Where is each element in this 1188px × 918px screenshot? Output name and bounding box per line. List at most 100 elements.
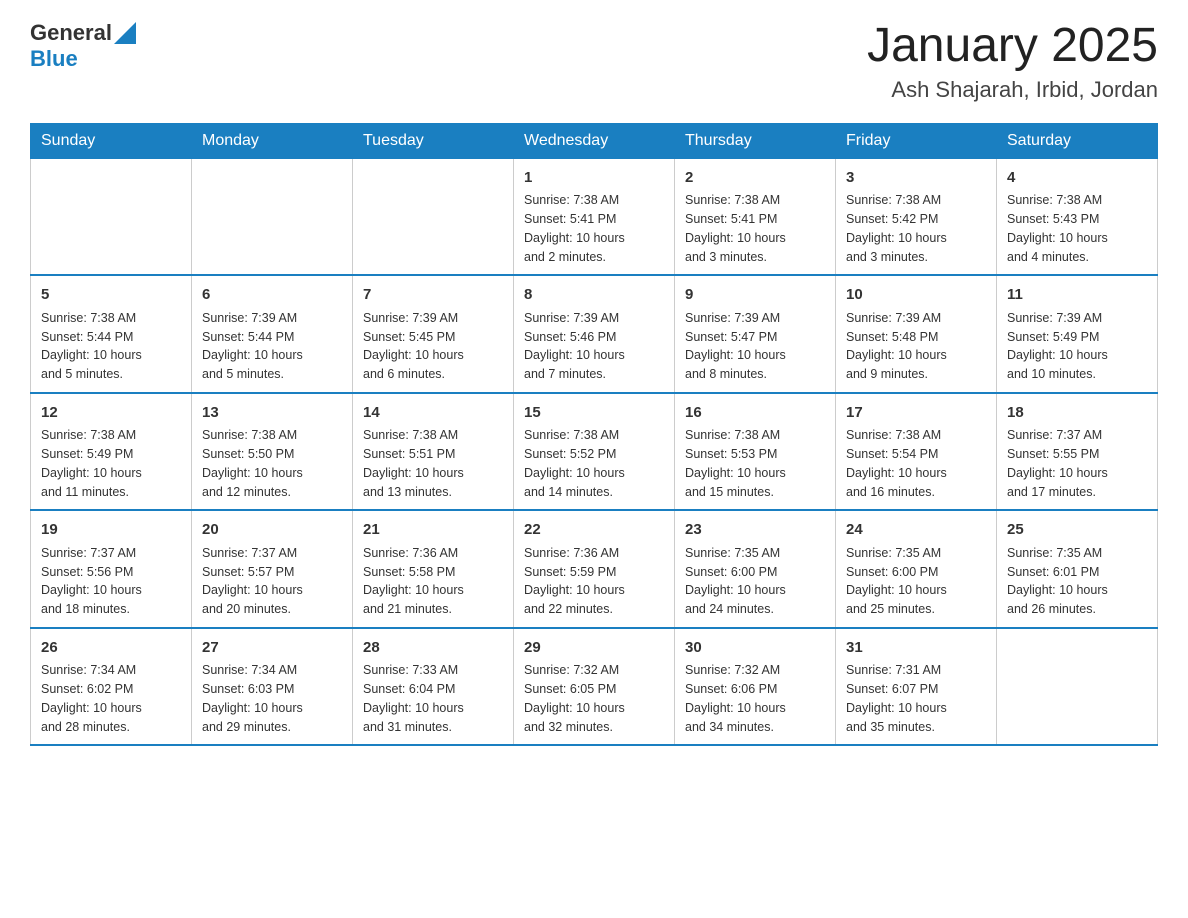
day-info: Sunrise: 7:34 AM Sunset: 6:02 PM Dayligh… (41, 661, 181, 736)
calendar-cell: 25Sunrise: 7:35 AM Sunset: 6:01 PM Dayli… (997, 510, 1158, 628)
logo-icon-area: General Blue (30, 20, 136, 72)
calendar-cell (997, 628, 1158, 746)
day-info: Sunrise: 7:32 AM Sunset: 6:05 PM Dayligh… (524, 661, 664, 736)
day-info: Sunrise: 7:38 AM Sunset: 5:43 PM Dayligh… (1007, 191, 1147, 266)
day-number: 3 (846, 167, 986, 190)
day-info: Sunrise: 7:37 AM Sunset: 5:57 PM Dayligh… (202, 544, 342, 619)
calendar-cell (31, 158, 192, 275)
weekday-header-tuesday: Tuesday (353, 123, 514, 158)
logo: General Blue (30, 20, 136, 72)
calendar-cell: 10Sunrise: 7:39 AM Sunset: 5:48 PM Dayli… (836, 275, 997, 393)
day-info: Sunrise: 7:39 AM Sunset: 5:45 PM Dayligh… (363, 309, 503, 384)
day-info: Sunrise: 7:36 AM Sunset: 5:59 PM Dayligh… (524, 544, 664, 619)
calendar-title: January 2025 (867, 20, 1158, 73)
calendar-cell: 15Sunrise: 7:38 AM Sunset: 5:52 PM Dayli… (514, 393, 675, 511)
weekday-header-thursday: Thursday (675, 123, 836, 158)
calendar-week-row: 26Sunrise: 7:34 AM Sunset: 6:02 PM Dayli… (31, 628, 1158, 746)
day-number: 21 (363, 519, 503, 542)
logo-triangle-icon (114, 22, 136, 44)
day-info: Sunrise: 7:38 AM Sunset: 5:42 PM Dayligh… (846, 191, 986, 266)
day-info: Sunrise: 7:34 AM Sunset: 6:03 PM Dayligh… (202, 661, 342, 736)
day-info: Sunrise: 7:39 AM Sunset: 5:44 PM Dayligh… (202, 309, 342, 384)
day-info: Sunrise: 7:35 AM Sunset: 6:00 PM Dayligh… (685, 544, 825, 619)
calendar-cell: 4Sunrise: 7:38 AM Sunset: 5:43 PM Daylig… (997, 158, 1158, 275)
day-number: 13 (202, 402, 342, 425)
day-number: 20 (202, 519, 342, 542)
day-number: 31 (846, 637, 986, 660)
calendar-cell: 24Sunrise: 7:35 AM Sunset: 6:00 PM Dayli… (836, 510, 997, 628)
calendar-week-row: 12Sunrise: 7:38 AM Sunset: 5:49 PM Dayli… (31, 393, 1158, 511)
day-info: Sunrise: 7:38 AM Sunset: 5:44 PM Dayligh… (41, 309, 181, 384)
day-info: Sunrise: 7:39 AM Sunset: 5:47 PM Dayligh… (685, 309, 825, 384)
day-number: 8 (524, 284, 664, 307)
day-info: Sunrise: 7:36 AM Sunset: 5:58 PM Dayligh… (363, 544, 503, 619)
calendar-cell: 11Sunrise: 7:39 AM Sunset: 5:49 PM Dayli… (997, 275, 1158, 393)
day-info: Sunrise: 7:35 AM Sunset: 6:01 PM Dayligh… (1007, 544, 1147, 619)
day-info: Sunrise: 7:37 AM Sunset: 5:55 PM Dayligh… (1007, 426, 1147, 501)
calendar-cell: 8Sunrise: 7:39 AM Sunset: 5:46 PM Daylig… (514, 275, 675, 393)
day-number: 6 (202, 284, 342, 307)
calendar-week-row: 19Sunrise: 7:37 AM Sunset: 5:56 PM Dayli… (31, 510, 1158, 628)
weekday-header-row: SundayMondayTuesdayWednesdayThursdayFrid… (31, 123, 1158, 158)
day-number: 1 (524, 167, 664, 190)
day-number: 11 (1007, 284, 1147, 307)
calendar-cell: 5Sunrise: 7:38 AM Sunset: 5:44 PM Daylig… (31, 275, 192, 393)
day-number: 10 (846, 284, 986, 307)
day-info: Sunrise: 7:38 AM Sunset: 5:54 PM Dayligh… (846, 426, 986, 501)
calendar-cell: 12Sunrise: 7:38 AM Sunset: 5:49 PM Dayli… (31, 393, 192, 511)
day-number: 29 (524, 637, 664, 660)
day-number: 2 (685, 167, 825, 190)
day-info: Sunrise: 7:38 AM Sunset: 5:41 PM Dayligh… (685, 191, 825, 266)
calendar-cell: 2Sunrise: 7:38 AM Sunset: 5:41 PM Daylig… (675, 158, 836, 275)
calendar-cell: 14Sunrise: 7:38 AM Sunset: 5:51 PM Dayli… (353, 393, 514, 511)
day-number: 26 (41, 637, 181, 660)
day-info: Sunrise: 7:32 AM Sunset: 6:06 PM Dayligh… (685, 661, 825, 736)
day-number: 15 (524, 402, 664, 425)
day-info: Sunrise: 7:33 AM Sunset: 6:04 PM Dayligh… (363, 661, 503, 736)
day-number: 14 (363, 402, 503, 425)
day-number: 28 (363, 637, 503, 660)
calendar-subtitle: Ash Shajarah, Irbid, Jordan (867, 77, 1158, 103)
title-area: January 2025 Ash Shajarah, Irbid, Jordan (867, 20, 1158, 103)
day-info: Sunrise: 7:39 AM Sunset: 5:49 PM Dayligh… (1007, 309, 1147, 384)
calendar-cell: 18Sunrise: 7:37 AM Sunset: 5:55 PM Dayli… (997, 393, 1158, 511)
calendar-cell: 6Sunrise: 7:39 AM Sunset: 5:44 PM Daylig… (192, 275, 353, 393)
calendar-week-row: 1Sunrise: 7:38 AM Sunset: 5:41 PM Daylig… (31, 158, 1158, 275)
day-info: Sunrise: 7:31 AM Sunset: 6:07 PM Dayligh… (846, 661, 986, 736)
day-info: Sunrise: 7:35 AM Sunset: 6:00 PM Dayligh… (846, 544, 986, 619)
calendar-cell: 23Sunrise: 7:35 AM Sunset: 6:00 PM Dayli… (675, 510, 836, 628)
day-info: Sunrise: 7:39 AM Sunset: 5:46 PM Dayligh… (524, 309, 664, 384)
calendar-cell: 13Sunrise: 7:38 AM Sunset: 5:50 PM Dayli… (192, 393, 353, 511)
day-number: 17 (846, 402, 986, 425)
calendar-cell: 16Sunrise: 7:38 AM Sunset: 5:53 PM Dayli… (675, 393, 836, 511)
day-info: Sunrise: 7:38 AM Sunset: 5:41 PM Dayligh… (524, 191, 664, 266)
day-number: 9 (685, 284, 825, 307)
calendar-cell: 19Sunrise: 7:37 AM Sunset: 5:56 PM Dayli… (31, 510, 192, 628)
weekday-header-sunday: Sunday (31, 123, 192, 158)
day-info: Sunrise: 7:38 AM Sunset: 5:52 PM Dayligh… (524, 426, 664, 501)
weekday-header-saturday: Saturday (997, 123, 1158, 158)
day-number: 5 (41, 284, 181, 307)
page-header: General Blue January 2025 Ash Shajarah, … (30, 20, 1158, 103)
calendar-table: SundayMondayTuesdayWednesdayThursdayFrid… (30, 123, 1158, 747)
calendar-cell: 28Sunrise: 7:33 AM Sunset: 6:04 PM Dayli… (353, 628, 514, 746)
weekday-header-friday: Friday (836, 123, 997, 158)
day-number: 7 (363, 284, 503, 307)
calendar-cell: 27Sunrise: 7:34 AM Sunset: 6:03 PM Dayli… (192, 628, 353, 746)
calendar-cell: 29Sunrise: 7:32 AM Sunset: 6:05 PM Dayli… (514, 628, 675, 746)
day-number: 12 (41, 402, 181, 425)
day-number: 4 (1007, 167, 1147, 190)
calendar-week-row: 5Sunrise: 7:38 AM Sunset: 5:44 PM Daylig… (31, 275, 1158, 393)
calendar-cell: 9Sunrise: 7:39 AM Sunset: 5:47 PM Daylig… (675, 275, 836, 393)
day-info: Sunrise: 7:38 AM Sunset: 5:51 PM Dayligh… (363, 426, 503, 501)
weekday-header-monday: Monday (192, 123, 353, 158)
day-number: 19 (41, 519, 181, 542)
calendar-cell: 21Sunrise: 7:36 AM Sunset: 5:58 PM Dayli… (353, 510, 514, 628)
calendar-cell: 31Sunrise: 7:31 AM Sunset: 6:07 PM Dayli… (836, 628, 997, 746)
calendar-cell: 20Sunrise: 7:37 AM Sunset: 5:57 PM Dayli… (192, 510, 353, 628)
day-number: 22 (524, 519, 664, 542)
calendar-cell (353, 158, 514, 275)
day-number: 24 (846, 519, 986, 542)
day-info: Sunrise: 7:38 AM Sunset: 5:53 PM Dayligh… (685, 426, 825, 501)
logo-general-text: General (30, 20, 112, 46)
